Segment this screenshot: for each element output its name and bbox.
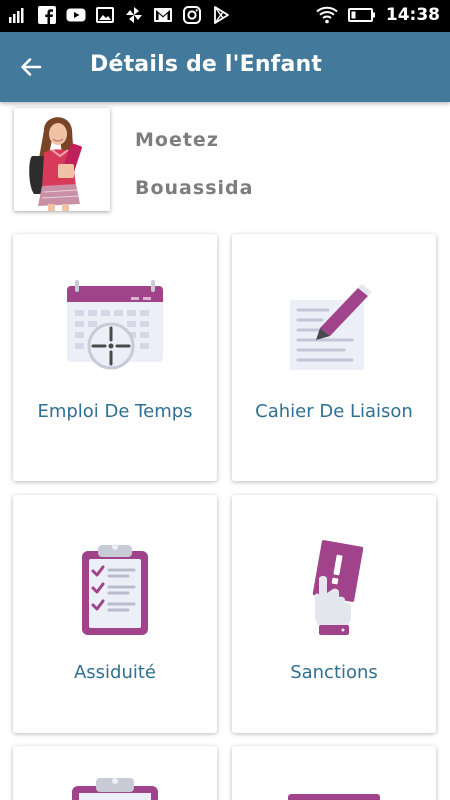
wifi-icon <box>316 6 338 24</box>
gmail-icon <box>154 8 172 22</box>
card-label: Assiduité <box>73 662 157 683</box>
battery-icon <box>347 8 375 22</box>
card-partial-right[interactable] <box>232 746 436 800</box>
child-first-name: Moetez <box>135 129 219 151</box>
child-last-name: Bouassida <box>135 177 254 199</box>
clipboard-checklist-icon <box>82 544 148 635</box>
app-bar: Détails de l'Enfant <box>0 32 450 102</box>
arrow-left-icon[interactable] <box>20 56 42 78</box>
back-button[interactable] <box>20 51 60 83</box>
card-label: Emploi De Temps <box>37 401 193 422</box>
calendar-icon <box>288 794 380 800</box>
child-profile: Moetez Bouassida <box>0 102 450 220</box>
clipboard-icon <box>72 778 158 800</box>
signal-bars-icon <box>9 8 24 23</box>
play-store-icon <box>214 6 229 24</box>
status-bar-left <box>8 5 231 25</box>
hand-warning-card-icon <box>312 540 364 635</box>
notebook-pencil-icon <box>290 284 372 370</box>
youtube-icon <box>66 8 86 22</box>
card-label: Sanctions <box>290 662 378 683</box>
card-cahier-de-liaison[interactable]: Cahier De Liaison <box>232 234 436 481</box>
card-emploi-de-temps[interactable]: Emploi De Temps <box>13 234 217 481</box>
pinwheel-icon <box>126 7 142 23</box>
facebook-icon <box>38 6 56 24</box>
calendar-clock-icon <box>67 280 163 370</box>
gallery-icon <box>96 7 114 23</box>
page-title: Détails de l'Enfant <box>90 52 323 77</box>
card-sanctions[interactable]: Sanctions <box>232 495 436 733</box>
status-time: 14:38 <box>385 5 440 25</box>
child-photo <box>14 108 110 211</box>
card-label: Cahier De Liaison <box>255 401 413 422</box>
status-bar: 14:38 <box>0 0 450 32</box>
status-bar-right: 14:38 <box>316 5 440 25</box>
instagram-icon <box>183 6 201 24</box>
avatar <box>14 108 110 211</box>
card-assiduite[interactable]: Assiduité <box>13 495 217 733</box>
card-partial-left[interactable] <box>13 746 217 800</box>
